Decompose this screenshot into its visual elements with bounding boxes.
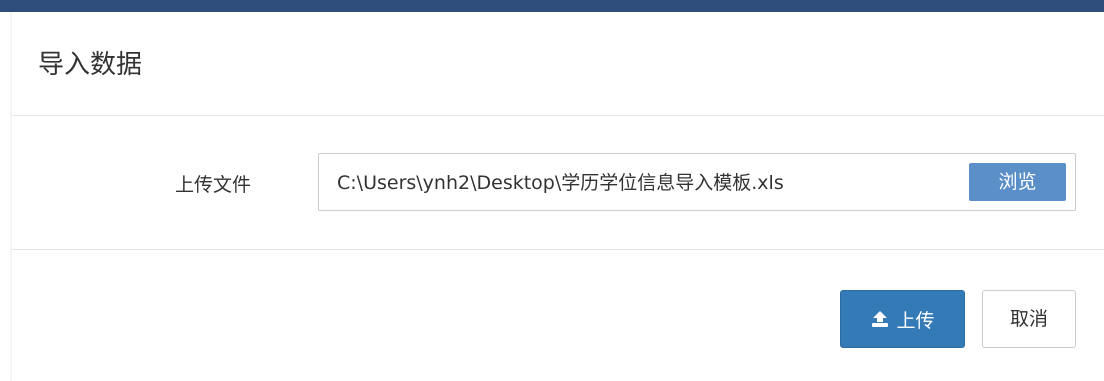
dialog-footer: 上传 取消 [12, 250, 1104, 381]
dialog-title: 导入数据 [38, 50, 143, 80]
cancel-button[interactable]: 取消 [982, 290, 1076, 348]
upload-icon [870, 310, 890, 328]
upload-button[interactable]: 上传 [840, 290, 965, 348]
upload-button-label: 上传 [896, 309, 935, 332]
dialog-header: 导入数据 [12, 12, 1104, 116]
dialog-body: 上传文件 C:\Users\ynh2\Desktop\学历学位信息导入模板.xl… [12, 116, 1104, 250]
import-data-dialog: 导入数据 上传文件 C:\Users\ynh2\Desktop\学历学位信息导入… [12, 12, 1104, 381]
browse-button[interactable]: 浏览 [969, 163, 1066, 201]
file-path-value: C:\Users\ynh2\Desktop\学历学位信息导入模板.xls [337, 172, 784, 194]
file-path-input[interactable]: C:\Users\ynh2\Desktop\学历学位信息导入模板.xls 浏览 [318, 153, 1076, 211]
backdrop-top [0, 0, 1104, 12]
upload-file-label: 上传文件 [175, 174, 252, 196]
